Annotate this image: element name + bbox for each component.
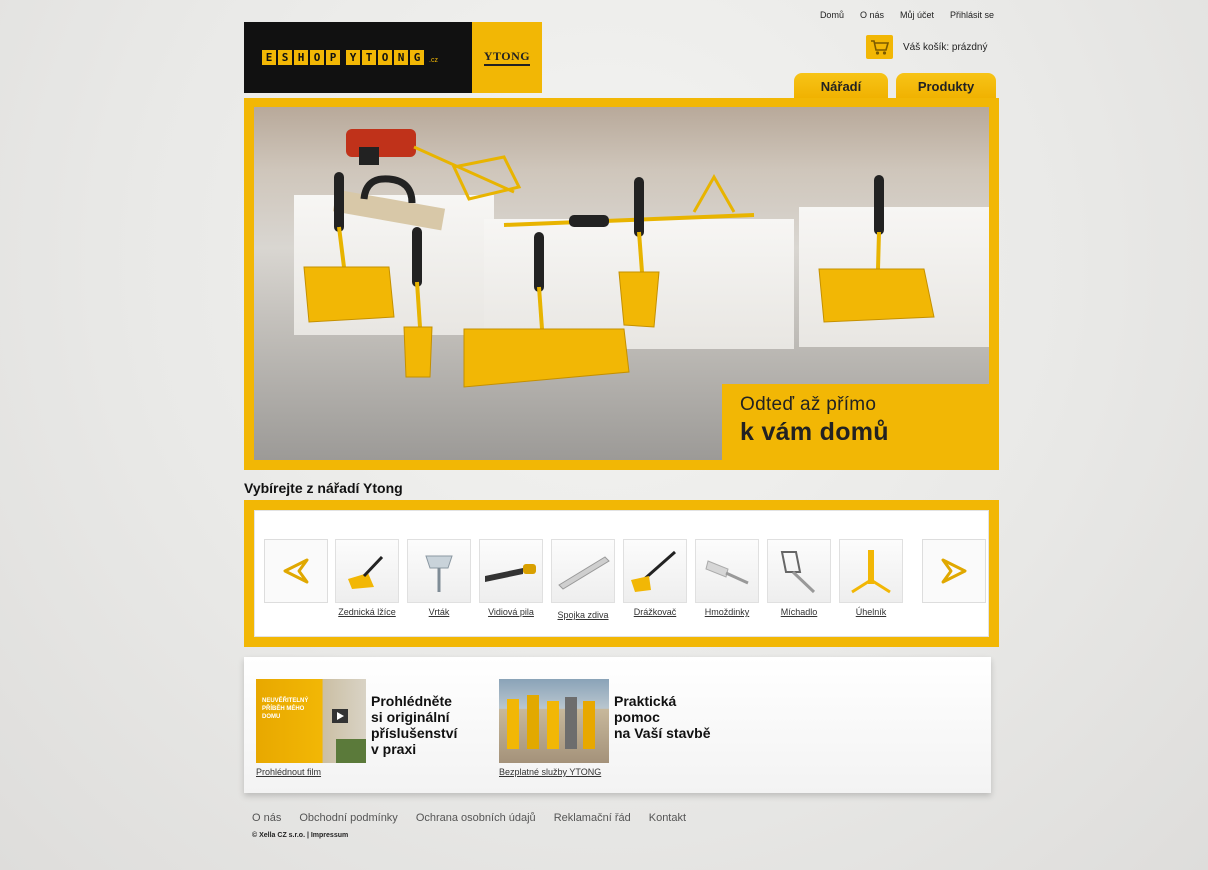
copyright: © Xella CZ s.r.o. | Impressum [252, 832, 349, 839]
play-icon [332, 709, 348, 723]
section-title: Vybírejte z nářadí Ytong [244, 480, 403, 496]
hero-caption-line2: k vám domů [740, 418, 889, 446]
product-item[interactable]: Míchadlo [767, 539, 831, 620]
film-thumbnail-text: NEUVĚŘITELNÝ PŘÍBĚH MÉHO DOMU [262, 698, 309, 720]
logo-cz: .cz [429, 57, 438, 64]
product-item[interactable]: Vrták [407, 539, 471, 620]
footer-link-complaints[interactable]: Reklamační řád [554, 812, 631, 824]
product-item[interactable]: Zednická lžíce [335, 539, 399, 620]
carousel-next-button[interactable] [922, 539, 986, 603]
worker-figure [507, 699, 519, 749]
product-label[interactable]: Hmoždinky [705, 607, 750, 617]
hero-caption: Odteď až přímo k vám domů [722, 384, 989, 460]
ytong-brand-text: YTONG [483, 49, 531, 66]
promo-services: Praktická pomoc na Vaší stavbě [499, 679, 711, 763]
logo-letter: G [410, 50, 424, 65]
product-item[interactable]: Hmoždinky [695, 539, 759, 620]
thumb-greenery [336, 739, 366, 763]
footer-link-about[interactable]: O nás [252, 812, 281, 824]
logo-letter: Y [346, 50, 360, 65]
product-item[interactable]: Drážkovač [623, 539, 687, 620]
square-icon[interactable] [839, 539, 903, 603]
footer-links: O nás Obchodní podmínky Ochrana osobních… [252, 812, 686, 824]
logo-letter: T [362, 50, 376, 65]
promo-heading-line: příslušenství [371, 725, 458, 741]
eshop-logo[interactable]: E S H O P Y T O N G .cz YTONG [244, 22, 542, 93]
carousel-prev-button[interactable] [264, 539, 328, 603]
arrow-right-icon [941, 558, 967, 584]
logo-letter: P [326, 50, 340, 65]
promo-film-heading: Prohlédněte si originální příslušenství … [371, 693, 457, 763]
promo-services-heading: Praktická pomoc na Vaší stavbě [614, 693, 711, 763]
services-thumbnail[interactable] [499, 679, 609, 763]
category-tabs: Nářadí Produkty [794, 73, 996, 99]
promo-heading-line: na Vaší stavbě [614, 725, 711, 741]
hero-caption-line1: Odteď až přímo [740, 394, 877, 415]
product-label[interactable]: Drážkovač [634, 607, 677, 617]
footer-link-terms[interactable]: Obchodní podmínky [299, 812, 397, 824]
product-item[interactable]: Úhelník [839, 539, 903, 620]
product-label[interactable]: Spojka zdiva [557, 610, 608, 620]
film-thumbnail[interactable]: NEUVĚŘITELNÝ PŘÍBĚH MÉHO DOMU [256, 679, 366, 763]
promo-heading-line: si originální [371, 709, 450, 725]
carousel-inner: Zednická lžíce Vrták Vidiová pila Spojka… [254, 510, 989, 637]
logo-letter: E [262, 50, 276, 65]
tab-produkty[interactable]: Produkty [896, 73, 996, 99]
groover-icon[interactable] [623, 539, 687, 603]
nav-login-link[interactable]: Přihlásit se [950, 10, 994, 20]
logo-letter: S [278, 50, 292, 65]
worker-figure [547, 701, 559, 749]
product-carousel: Zednická lžíce Vrták Vidiová pila Spojka… [244, 500, 999, 647]
nav-about-link[interactable]: O nás [860, 10, 884, 20]
logo-letter: O [310, 50, 324, 65]
ytong-brand: YTONG [472, 22, 542, 93]
product-label[interactable]: Zednická lžíce [338, 607, 396, 617]
promo-heading-line: pomoc [614, 709, 660, 725]
tab-naradi[interactable]: Nářadí [794, 73, 888, 99]
promo-film: NEUVĚŘITELNÝ PŘÍBĚH MÉHO DOMU Prohlédnět… [256, 679, 457, 763]
worker-figure [527, 695, 539, 749]
logo-letter: N [394, 50, 408, 65]
logo-letter: H [294, 50, 308, 65]
product-list: Zednická lžíce Vrták Vidiová pila Spojka… [335, 539, 903, 620]
footer-link-contact[interactable]: Kontakt [649, 812, 686, 824]
watch-film-link[interactable]: Prohlédnout film [256, 767, 321, 777]
cart-status: Váš košík: prázdný [903, 41, 988, 53]
promo-heading-line: v praxi [371, 741, 417, 757]
nav-account-link[interactable]: Můj účet [900, 10, 934, 20]
product-label[interactable]: Úhelník [856, 607, 887, 617]
drill-bit-icon[interactable] [407, 539, 471, 603]
arrow-left-icon [283, 558, 309, 584]
promo-panel: NEUVĚŘITELNÝ PŘÍBĚH MÉHO DOMU Prohlédnět… [244, 657, 991, 793]
mixer-icon[interactable] [767, 539, 831, 603]
cart[interactable]: Váš košík: prázdný [866, 35, 987, 59]
product-label[interactable]: Vrták [429, 607, 450, 617]
footer-link-privacy[interactable]: Ochrana osobních údajů [416, 812, 536, 824]
logo-letter: O [378, 50, 392, 65]
dowel-icon[interactable] [695, 539, 759, 603]
person-figure [565, 697, 577, 749]
free-services-link[interactable]: Bezplatné služby YTONG [499, 767, 601, 777]
nav-home-link[interactable]: Domů [820, 10, 844, 20]
trowel-icon[interactable] [335, 539, 399, 603]
product-label[interactable]: Míchadlo [781, 607, 818, 617]
worker-figure [583, 701, 595, 749]
hero-image: Odteď až přímo k vám domů [254, 107, 989, 460]
cart-icon[interactable] [866, 35, 893, 59]
promo-heading-line: Praktická [614, 693, 677, 709]
product-item[interactable]: Spojka zdiva [551, 539, 615, 620]
logo-wordmark: E S H O P Y T O N G .cz [244, 22, 472, 93]
saw-icon[interactable] [479, 539, 543, 603]
product-item[interactable]: Vidiová pila [479, 539, 543, 620]
top-nav: Domů O nás Můj účet Přihlásit se [820, 10, 994, 20]
hero-banner: Odteď až přímo k vám domů [244, 98, 999, 470]
product-label[interactable]: Vidiová pila [488, 607, 534, 617]
wall-tie-icon[interactable] [551, 539, 615, 603]
promo-heading-line: Prohlédněte [371, 693, 452, 709]
page: Domů O nás Můj účet Přihlásit se E S H O… [244, 0, 999, 870]
